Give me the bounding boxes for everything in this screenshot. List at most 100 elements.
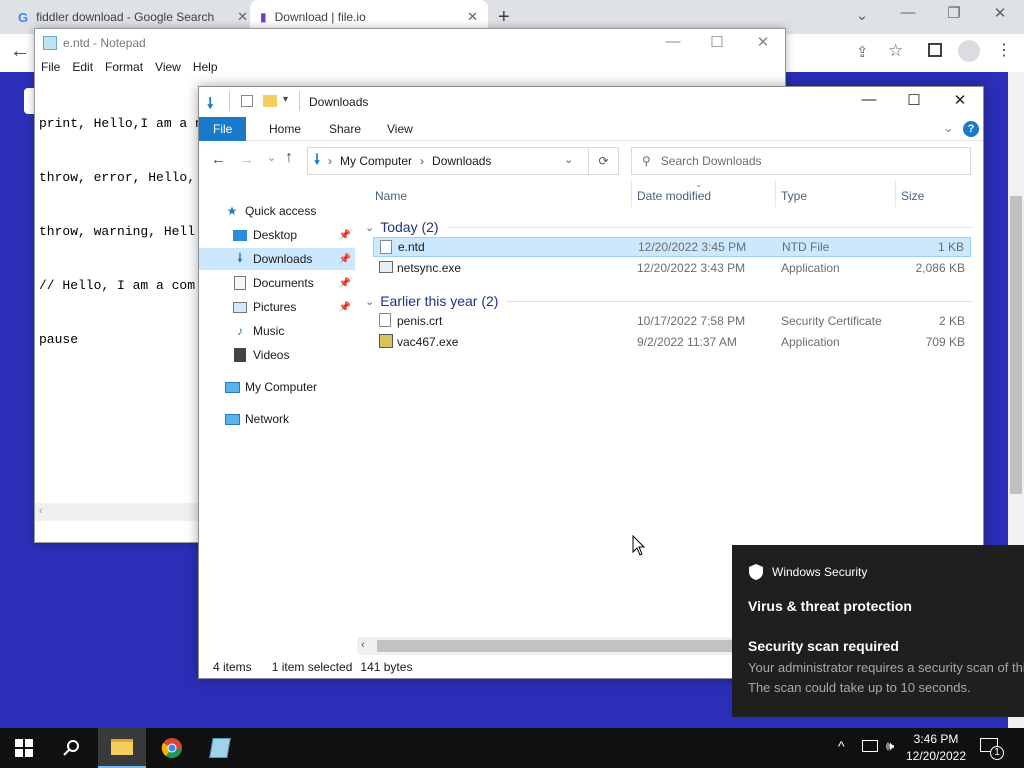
sort-indicator-icon: ⌄ (695, 179, 703, 189)
refresh-button[interactable]: ⟳ (589, 147, 619, 175)
recent-locations-icon[interactable]: ⌄ (267, 151, 276, 164)
chrome-icon (161, 738, 182, 758)
start-button[interactable] (0, 728, 48, 768)
forward-arrow-icon[interactable]: → (239, 151, 254, 168)
nav-documents[interactable]: Documents 📌 (199, 272, 355, 294)
column-divider[interactable] (895, 181, 896, 207)
pin-icon[interactable]: 📌 (339, 230, 351, 241)
file-type: Application (781, 335, 840, 349)
column-header-type[interactable]: Type (781, 189, 807, 209)
tab-view[interactable]: View (373, 117, 427, 141)
nav-music[interactable]: ♪ Music (199, 320, 355, 342)
close-button[interactable]: ✕ (743, 33, 783, 51)
file-row-netsync[interactable]: netsync.exe 12/20/2022 3:43 PM Applicati… (373, 258, 971, 278)
expand-ribbon-icon[interactable]: ⌄ (943, 120, 954, 136)
column-header-date[interactable]: Date modified (637, 189, 711, 209)
scroll-left-icon[interactable]: ‹ (39, 505, 43, 517)
network-status-icon[interactable] (862, 740, 878, 752)
chevron-down-icon[interactable]: ⌄ (842, 6, 882, 24)
column-header-size[interactable]: Size (901, 189, 924, 209)
clock-date: 12/20/2022 (905, 749, 967, 763)
close-button[interactable]: ✕ (980, 4, 1020, 22)
taskbar-file-explorer[interactable] (98, 728, 146, 768)
minimize-button[interactable]: — (849, 91, 889, 108)
explorer-titlebar[interactable]: 🠗 ▾ Downloads — ☐ ✕ (199, 87, 983, 117)
up-arrow-icon[interactable]: ↑ (285, 149, 293, 167)
pin-icon[interactable]: 📌 (339, 302, 351, 313)
share-icon[interactable]: ⇪ (856, 43, 869, 61)
menu-edit[interactable]: Edit (72, 60, 93, 74)
volume-icon[interactable]: 🕪 (886, 738, 894, 754)
new-folder-icon[interactable] (263, 95, 277, 107)
search-box[interactable]: ⚲ Search Downloads (631, 147, 971, 175)
more-menu-icon[interactable]: ⋮ (996, 40, 1012, 60)
search-button[interactable] (48, 728, 96, 768)
tab-share[interactable]: Share (315, 117, 375, 141)
close-tab-icon[interactable]: ✕ (467, 9, 478, 25)
file-row-vac467[interactable]: vac467.exe 9/2/2022 11:37 AM Application… (373, 332, 971, 352)
file-row-e-ntd[interactable]: e.ntd 12/20/2022 3:45 PM NTD File 1 KB (373, 237, 971, 257)
nav-network[interactable]: Network (199, 408, 355, 430)
nav-label: Documents (253, 276, 314, 290)
address-dropdown-icon[interactable]: ⌄ (564, 153, 573, 166)
back-arrow-icon[interactable]: ← (211, 151, 226, 168)
column-header-name[interactable]: Name (375, 189, 407, 209)
divider (229, 91, 230, 111)
menu-file[interactable]: File (41, 60, 60, 74)
help-icon[interactable]: ? (963, 121, 979, 137)
status-selection: 1 item selected (271, 660, 353, 674)
shield-icon (748, 563, 764, 581)
group-header-earlier-this-year[interactable]: ⌄ Earlier this year (2) (365, 291, 973, 311)
bookmark-star-icon[interactable]: ☆ (888, 41, 903, 61)
column-divider[interactable] (775, 181, 776, 207)
file-row-penis-crt[interactable]: penis.crt 10/17/2022 7:58 PM Security Ce… (373, 311, 971, 331)
breadcrumb-downloads[interactable]: Downloads (432, 154, 491, 168)
tab-file[interactable]: File (199, 117, 247, 141)
restore-button[interactable]: ❐ (934, 4, 974, 22)
tab-home[interactable]: Home (255, 117, 315, 141)
back-arrow-icon[interactable]: ← (10, 40, 30, 63)
file-date: 12/20/2022 3:45 PM (638, 240, 747, 254)
nav-downloads[interactable]: 🠗 Downloads 📌 (199, 248, 355, 270)
nav-pictures[interactable]: Pictures 📌 (199, 296, 355, 318)
menu-view[interactable]: View (155, 60, 181, 74)
profile-avatar[interactable] (958, 40, 980, 62)
taskbar-notepad[interactable] (196, 728, 244, 768)
nav-videos[interactable]: Videos (199, 344, 355, 366)
fileio-icon: ▮ (260, 10, 267, 24)
new-tab-button[interactable]: + (498, 6, 510, 29)
down-arrow-icon[interactable]: 🠗 (207, 93, 213, 118)
security-toast-notification[interactable]: Windows Security Virus & threat protecti… (732, 545, 1024, 717)
properties-icon[interactable] (241, 95, 253, 107)
breadcrumb-my-computer[interactable]: My Computer (340, 154, 412, 168)
maximize-button[interactable]: ☐ (894, 91, 934, 109)
nav-my-computer[interactable]: My Computer (199, 376, 355, 398)
show-hidden-icons-icon[interactable]: ^ (838, 738, 845, 754)
refresh-icon: ⟳ (598, 154, 609, 168)
group-header-today[interactable]: ⌄ Today (2) (365, 217, 973, 237)
clock[interactable]: 3:46 PM 12/20/2022 (904, 731, 968, 765)
close-tab-icon[interactable]: ✕ (237, 9, 248, 25)
pin-icon[interactable]: 📌 (339, 278, 351, 289)
divider (446, 226, 973, 228)
maximize-button[interactable]: ☐ (697, 33, 737, 51)
pin-icon[interactable]: 📌 (339, 254, 351, 265)
side-panel-icon[interactable] (928, 43, 942, 57)
menu-help[interactable]: Help (193, 60, 218, 74)
close-button[interactable]: ✕ (940, 91, 980, 109)
file-name: vac467.exe (397, 335, 459, 349)
minimize-button[interactable]: — (888, 4, 928, 21)
menu-format[interactable]: Format (105, 60, 143, 74)
scroll-left-icon[interactable]: ‹ (361, 639, 365, 651)
notepad-titlebar[interactable]: e.ntd - Notepad — ☐ ✕ (35, 29, 785, 57)
column-divider[interactable] (631, 181, 632, 207)
mouse-cursor-icon (632, 535, 646, 556)
minimize-button[interactable]: — (653, 33, 693, 50)
address-bar[interactable]: 🠗 › My Computer › Downloads ⌄ (307, 147, 589, 175)
nav-desktop[interactable]: Desktop 📌 (199, 224, 355, 246)
page-scrollbar-thumb[interactable] (1010, 196, 1022, 494)
nav-quick-access[interactable]: ★ Quick access (199, 200, 355, 222)
action-center-button[interactable]: 1 (980, 736, 1004, 760)
customize-toolbar-icon[interactable]: ▾ (283, 94, 288, 105)
taskbar-chrome[interactable] (148, 728, 196, 768)
